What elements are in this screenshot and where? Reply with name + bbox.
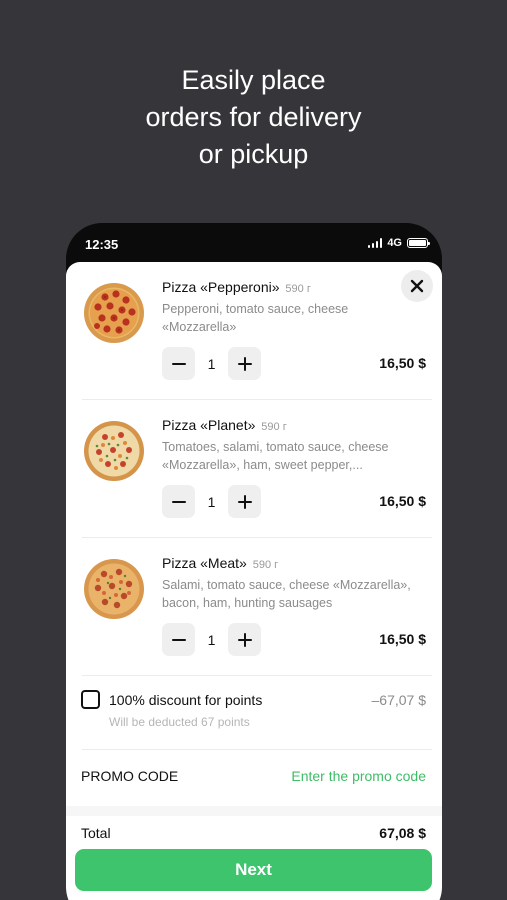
item-description: Tomatoes, salami, tomato sauce, cheese «…	[162, 440, 389, 472]
cart-sheet: Pizza «Pepperoni» 590 г Pepperoni, tomat…	[66, 262, 442, 900]
status-time: 12:35	[85, 237, 119, 252]
cart-item: Pizza «Pepperoni» 590 г Pepperoni, tomat…	[66, 262, 442, 400]
quantity-value: 1	[207, 493, 216, 510]
headline: Easily place orders for delivery or pick…	[0, 62, 507, 173]
points-discount-row: 100% discount for points Will be deducte…	[66, 676, 442, 750]
headline-line-3: or pickup	[198, 139, 309, 169]
battery-icon	[407, 238, 430, 248]
enter-promo-code-link[interactable]: Enter the promo code	[291, 768, 426, 784]
decrease-button[interactable]	[162, 623, 195, 656]
item-weight: 590 г	[261, 421, 287, 433]
item-name: Pizza «Pepperoni»	[162, 279, 280, 295]
plus-icon	[237, 632, 252, 647]
cart-item: Pizza «Planet» 590 г Tomatoes, salami, t…	[66, 400, 442, 538]
decrease-button[interactable]	[162, 485, 195, 518]
item-title: Pizza «Meat» 590 г	[162, 555, 278, 571]
next-button[interactable]: Next	[75, 849, 432, 891]
section-separator	[66, 806, 442, 816]
signal-icon	[367, 238, 383, 248]
item-name: Pizza «Planet»	[162, 417, 256, 433]
plus-icon	[237, 356, 252, 371]
minus-icon	[171, 500, 186, 503]
item-weight: 590 г	[285, 283, 311, 295]
increase-button[interactable]	[228, 485, 261, 518]
minus-icon	[171, 638, 186, 641]
item-title: Pizza «Pepperoni» 590 г	[162, 279, 311, 295]
item-price: 16,50 $	[379, 631, 426, 647]
item-price: 16,50 $	[379, 355, 426, 371]
points-discount-value: –67,07 $	[371, 692, 427, 708]
plus-icon	[237, 494, 252, 509]
item-name: Pizza «Meat»	[162, 555, 247, 571]
points-discount-checkbox[interactable]	[81, 690, 100, 709]
item-weight: 590 г	[252, 559, 279, 571]
headline-line-2: orders for delivery	[145, 102, 362, 132]
total-value: 67,08 $	[379, 825, 426, 841]
quantity-stepper: 1	[162, 485, 261, 518]
quantity-stepper: 1	[162, 347, 261, 380]
pizza-meat-image	[84, 559, 144, 619]
item-price: 16,50 $	[379, 493, 426, 509]
quantity-value: 1	[207, 631, 216, 648]
cart-item: Pizza «Meat» 590 г Salami, tomato sauce,…	[66, 538, 442, 676]
quantity-stepper: 1	[162, 623, 261, 656]
promo-code-label: PROMO CODE	[81, 768, 179, 784]
decrease-button[interactable]	[162, 347, 195, 380]
item-description: Salami, tomato sauce, cheese «Mozzarella…	[162, 578, 411, 610]
points-discount-note: Will be deducted 67 points	[109, 715, 250, 729]
status-indicators: 4G	[367, 237, 430, 249]
pizza-pepperoni-image	[84, 283, 144, 343]
item-description: Pepperoni, tomato sauce, cheese «Mozzare…	[162, 302, 349, 334]
increase-button[interactable]	[228, 623, 261, 656]
increase-button[interactable]	[228, 347, 261, 380]
item-title: Pizza «Planet» 590 г	[162, 417, 287, 433]
headline-line-1: Easily place	[181, 65, 326, 95]
promo-code-row: PROMO CODE Enter the promo code	[66, 750, 442, 806]
points-discount-label: 100% discount for points	[109, 692, 263, 708]
total-label: Total	[81, 825, 111, 841]
pizza-planet-image	[84, 421, 144, 481]
phone-frame: 12:35 4G Pizza «Pepperoni» 590 г Peppero…	[66, 223, 442, 900]
quantity-value: 1	[207, 355, 216, 372]
status-bar: 12:35 4G	[66, 223, 442, 263]
network-type: 4G	[387, 237, 402, 249]
minus-icon	[171, 362, 186, 365]
